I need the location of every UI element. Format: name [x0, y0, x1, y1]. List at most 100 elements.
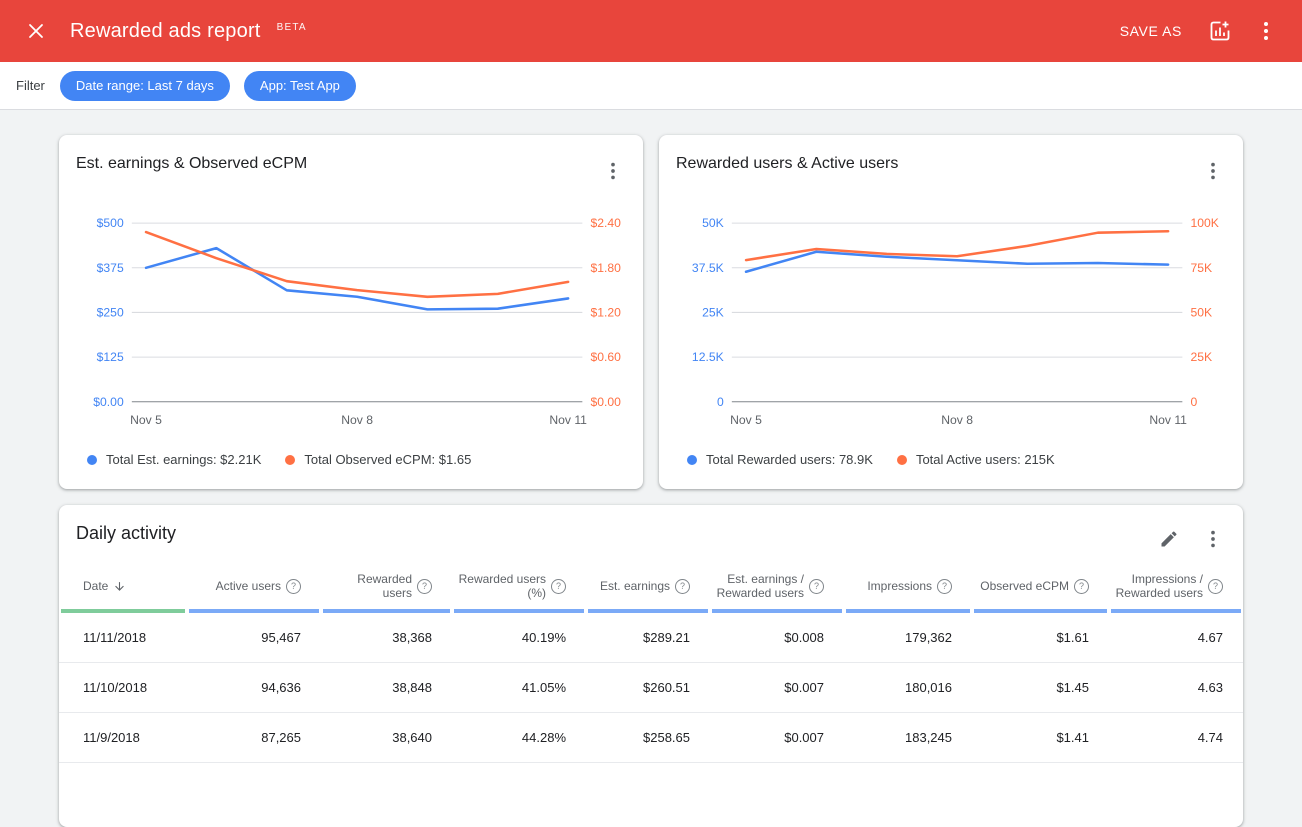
value-cell: $0.007 — [710, 713, 844, 763]
table-row: 11/10/201894,63638,84841.05%$260.51$0.00… — [59, 663, 1243, 713]
kebab-icon — [1254, 19, 1278, 43]
col-header-observed-ecpm[interactable]: Observed eCPM? — [972, 565, 1109, 613]
earnings-ecpm-card: Est. earnings & Observed eCPM $500$2.40$… — [59, 135, 643, 489]
help-icon[interactable]: ? — [1208, 579, 1223, 594]
svg-text:$1.80: $1.80 — [590, 261, 621, 275]
legend-dot-icon — [285, 455, 295, 465]
col-header-est-earnings[interactable]: Est. earnings? — [586, 565, 710, 613]
legend-label: Total Active users: 215K — [916, 452, 1055, 467]
svg-text:Nov 8: Nov 8 — [341, 413, 373, 427]
help-icon[interactable]: ? — [417, 579, 432, 594]
header-more-button[interactable] — [1246, 11, 1286, 51]
value-cell: 183,245 — [844, 713, 972, 763]
svg-text:0: 0 — [1190, 395, 1197, 409]
help-icon[interactable]: ? — [1074, 579, 1089, 594]
svg-text:$1.20: $1.20 — [590, 305, 621, 319]
kebab-icon — [602, 160, 624, 182]
col-header-impressions[interactable]: Impressions? — [844, 565, 972, 613]
svg-text:Nov 8: Nov 8 — [941, 413, 973, 427]
column-underline — [974, 609, 1107, 613]
column-underline — [189, 609, 319, 613]
col-header-active-users[interactable]: Active users? — [187, 565, 321, 613]
kebab-icon — [1202, 528, 1224, 550]
svg-text:Nov 11: Nov 11 — [1149, 413, 1187, 427]
column-underline — [454, 609, 584, 613]
legend-item: Total Est. earnings: $2.21K — [87, 452, 261, 467]
value-cell: $0.008 — [710, 613, 844, 663]
column-underline — [588, 609, 708, 613]
date-cell: 11/11/2018 — [59, 613, 187, 663]
edit-columns-button[interactable] — [1149, 519, 1189, 559]
svg-text:Nov 5: Nov 5 — [130, 413, 162, 427]
help-icon[interactable]: ? — [937, 579, 952, 594]
rewarded-active-users-chart: 50K100K37.5K75K25K50K12.5K25K00Nov 5Nov … — [659, 213, 1243, 432]
table-row: 11/11/201895,46738,36840.19%$289.21$0.00… — [59, 613, 1243, 663]
value-cell: $0.007 — [710, 663, 844, 713]
svg-text:50K: 50K — [702, 216, 724, 230]
filter-chip-app[interactable]: App: Test App — [244, 71, 356, 101]
column-underline — [846, 609, 970, 613]
legend-item: Total Observed eCPM: $1.65 — [285, 452, 471, 467]
value-cell: 179,362 — [844, 613, 972, 663]
svg-text:$375: $375 — [97, 261, 124, 275]
col-header-impressions-rewarded-users-ratio-8[interactable]: Impressions / Rewarded users? — [1109, 565, 1243, 613]
value-cell: $289.21 — [586, 613, 710, 663]
col-header-rewarded-users-ratio-3[interactable]: Rewarded users (%)? — [452, 565, 586, 613]
value-cell: $258.65 — [586, 713, 710, 763]
card-more-button[interactable] — [593, 151, 633, 191]
svg-text:$0.00: $0.00 — [590, 395, 621, 409]
col-header-label: Est. earnings / Rewarded users — [717, 572, 804, 600]
legend-dot-icon — [687, 455, 697, 465]
sort-descending-icon — [113, 580, 126, 593]
card-more-button[interactable] — [1193, 151, 1233, 191]
value-cell: 95,467 — [187, 613, 321, 663]
daily-activity-title: Daily activity — [76, 519, 176, 544]
value-cell: 40.19% — [452, 613, 586, 663]
svg-text:Nov 5: Nov 5 — [730, 413, 762, 427]
column-underline — [712, 609, 842, 613]
app-header: Rewarded ads report BETA SAVE AS — [0, 0, 1302, 62]
col-header-rewarded-users[interactable]: Rewarded users? — [321, 565, 452, 613]
rewarded-active-users-card: Rewarded users & Active users 50K100K37.… — [659, 135, 1243, 489]
svg-text:$125: $125 — [97, 350, 124, 364]
svg-text:100K: 100K — [1190, 216, 1218, 230]
value-cell: 38,368 — [321, 613, 452, 663]
svg-text:25K: 25K — [1190, 350, 1212, 364]
legend-item: Total Active users: 215K — [897, 452, 1055, 467]
col-header-label: Rewarded users — [325, 572, 412, 600]
pencil-icon — [1159, 529, 1179, 549]
table-actions — [1149, 519, 1233, 559]
save-as-button[interactable]: SAVE AS — [1108, 15, 1194, 47]
svg-text:$500: $500 — [97, 216, 124, 230]
value-cell: 41.05% — [452, 663, 586, 713]
svg-text:12.5K: 12.5K — [692, 350, 724, 364]
add-chart-button[interactable] — [1200, 11, 1240, 51]
date-cell: 11/10/2018 — [59, 663, 187, 713]
filter-chip-date-range[interactable]: Date range: Last 7 days — [60, 71, 230, 101]
col-header-label: Date — [83, 579, 108, 593]
page-title: Rewarded ads report — [70, 20, 261, 43]
table-row: 11/9/201887,26538,64044.28%$258.65$0.007… — [59, 713, 1243, 763]
help-icon[interactable]: ? — [286, 579, 301, 594]
legend-dot-icon — [87, 455, 97, 465]
legend-label: Total Est. earnings: $2.21K — [106, 452, 261, 467]
kebab-icon — [1202, 160, 1224, 182]
help-icon[interactable]: ? — [551, 579, 566, 594]
help-icon[interactable]: ? — [675, 579, 690, 594]
col-header-date[interactable]: Date — [59, 565, 187, 613]
value-cell: $1.41 — [972, 713, 1109, 763]
main-content: Est. earnings & Observed eCPM $500$2.40$… — [0, 110, 1302, 827]
col-header-est-earnings-rewarded-users-ratio-5[interactable]: Est. earnings / Rewarded users? — [710, 565, 844, 613]
earnings-ecpm-chart: $500$2.40$375$1.80$250$1.20$125$0.60$0.0… — [59, 213, 643, 432]
col-header-label: Impressions — [867, 579, 932, 593]
filter-chips: Date range: Last 7 days App: Test App — [60, 71, 356, 101]
help-icon[interactable]: ? — [809, 579, 824, 594]
close-button[interactable] — [16, 11, 56, 51]
svg-text:$0.60: $0.60 — [590, 350, 621, 364]
col-header-label: Rewarded users (%) — [459, 572, 546, 600]
table-more-button[interactable] — [1193, 519, 1233, 559]
col-header-label: Impressions / Rewarded users — [1116, 572, 1203, 600]
filter-label: Filter — [16, 78, 45, 93]
svg-text:25K: 25K — [702, 305, 724, 319]
value-cell: 87,265 — [187, 713, 321, 763]
